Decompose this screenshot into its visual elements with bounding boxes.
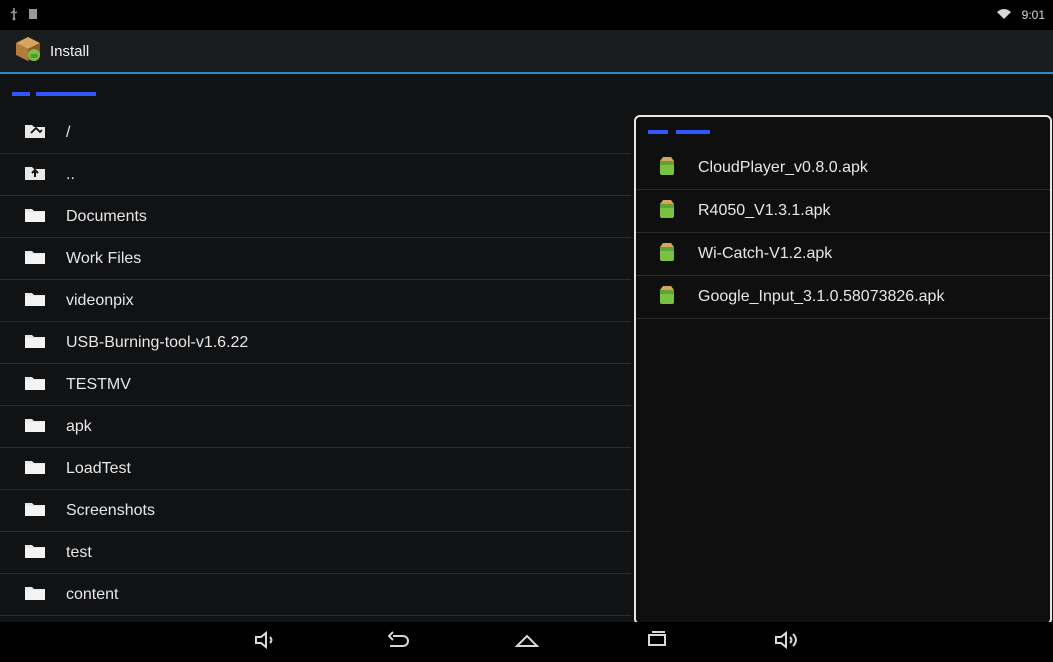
home-button[interactable]: [462, 622, 592, 662]
file-list-item[interactable]: LoadTest: [0, 448, 631, 490]
file-list-item[interactable]: test: [0, 532, 631, 574]
wifi-icon: [996, 8, 1012, 23]
recents-button[interactable]: [592, 622, 722, 662]
folder-icon: [24, 331, 46, 354]
file-name: USB-Burning-tool-v1.6.22: [66, 333, 249, 351]
apk-list-item[interactable]: Google_Input_3.1.0.58073826.apk: [636, 276, 1050, 319]
volume-up-icon: [773, 630, 801, 655]
file-name: Work Files: [66, 249, 142, 267]
file-name: Documents: [66, 207, 147, 225]
file-name: content: [66, 585, 119, 603]
file-name: TESTMV: [66, 375, 131, 393]
app-header: Install: [0, 30, 1053, 74]
status-left: [8, 7, 38, 24]
file-list-item[interactable]: content: [0, 574, 631, 616]
folder-icon: [24, 289, 46, 312]
install-popup: CloudPlayer_v0.8.0.apk R4050_V1.3.1.apk Wi…: [634, 115, 1052, 625]
recents-icon: [643, 630, 671, 655]
usb-icon: [8, 7, 20, 24]
folder-icon: [24, 499, 46, 522]
back-button[interactable]: [332, 622, 462, 662]
app-title: Install: [50, 42, 90, 60]
file-list-item[interactable]: Documents: [0, 196, 631, 238]
file-list: /.. Documents Work Files videonpix USB-Burni…: [0, 112, 631, 622]
apk-icon: [658, 241, 676, 268]
folder-icon: [24, 583, 46, 606]
folder-icon: [24, 457, 46, 480]
folder-icon: [24, 247, 46, 270]
file-list-item[interactable]: apk: [0, 406, 631, 448]
apk-name: R4050_V1.3.1.apk: [698, 202, 831, 219]
apk-name: Wi-Catch-V1.2.apk: [698, 245, 833, 262]
file-name: test: [66, 543, 92, 561]
app-icon: [14, 35, 42, 68]
path-bar: [0, 76, 1053, 112]
file-list-item[interactable]: Screenshots: [0, 490, 631, 532]
path-indicator-icon: [12, 87, 102, 101]
folder-icon: [24, 373, 46, 396]
apk-list-item[interactable]: CloudPlayer_v0.8.0.apk: [636, 147, 1050, 190]
apk-name: Google_Input_3.1.0.58073826.apk: [698, 288, 945, 305]
status-bar: 9:01: [0, 0, 1053, 30]
android-nav-bar: [0, 622, 1053, 662]
folder-icon: [24, 205, 46, 228]
home-icon: [513, 630, 541, 655]
volume-down-button[interactable]: [202, 622, 332, 662]
folder-root-icon: [24, 121, 46, 144]
file-list-item[interactable]: ..: [0, 154, 631, 196]
apk-icon: [658, 155, 676, 182]
folder-icon: [24, 415, 46, 438]
popup-header: [636, 117, 1050, 147]
volume-up-button[interactable]: [722, 622, 852, 662]
file-name: /: [66, 123, 71, 141]
apk-list-item[interactable]: Wi-Catch-V1.2.apk: [636, 233, 1050, 276]
file-name: apk: [66, 417, 92, 435]
status-time: 9:01: [1021, 8, 1045, 22]
file-name: Screenshots: [66, 501, 155, 519]
file-name: videonpix: [66, 291, 134, 309]
back-icon: [383, 630, 411, 655]
file-name: LoadTest: [66, 459, 131, 477]
file-list-item[interactable]: USB-Burning-tool-v1.6.22: [0, 322, 631, 364]
apk-list: CloudPlayer_v0.8.0.apk R4050_V1.3.1.apk Wi…: [636, 147, 1050, 319]
apk-list-item[interactable]: R4050_V1.3.1.apk: [636, 190, 1050, 233]
image-icon: [28, 8, 38, 23]
apk-icon: [658, 198, 676, 225]
apk-icon: [658, 284, 676, 311]
file-name: ..: [66, 165, 75, 183]
volume-down-icon: [253, 630, 281, 655]
status-right: 9:01: [996, 8, 1045, 23]
file-list-item[interactable]: videonpix: [0, 280, 631, 322]
file-list-item[interactable]: TESTMV: [0, 364, 631, 406]
folder-up-icon: [24, 163, 46, 186]
file-list-item[interactable]: Work Files: [0, 238, 631, 280]
folder-icon: [24, 541, 46, 564]
file-list-item[interactable]: /: [0, 112, 631, 154]
apk-name: CloudPlayer_v0.8.0.apk: [698, 159, 868, 176]
popup-indicator-icon: [648, 125, 718, 139]
